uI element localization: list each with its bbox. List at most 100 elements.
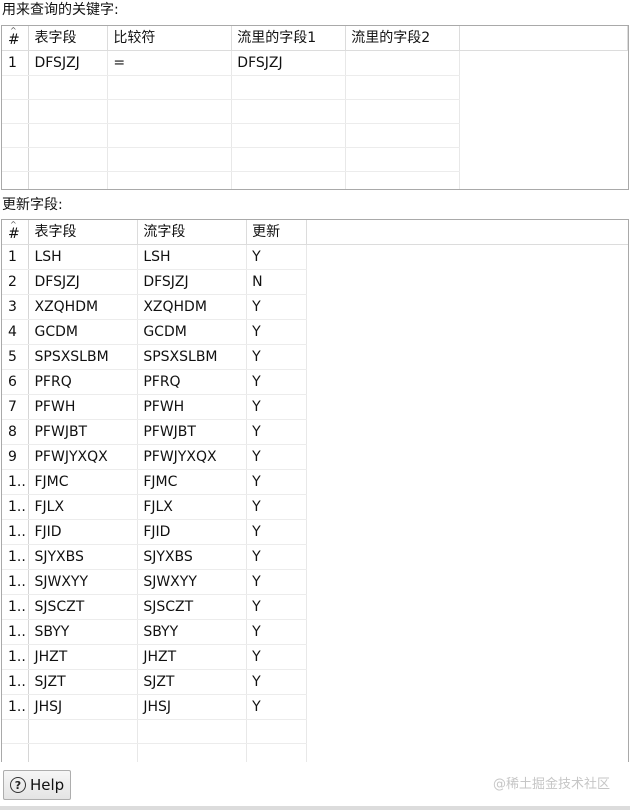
stream-field1-cell[interactable]: DFSJZJ [231, 50, 347, 76]
row-number-cell[interactable]: 1.. [2, 644, 30, 670]
comparator-cell[interactable] [107, 147, 233, 172]
stream-field2-cell[interactable] [345, 75, 461, 100]
table-field-cell[interactable]: SJSCZT [28, 594, 139, 620]
row-number-cell[interactable]: 1.. [2, 669, 30, 695]
stream-field2-cell[interactable] [345, 50, 461, 76]
table-row[interactable]: 3 XZQHDM XZQHDM Y [2, 294, 628, 320]
stream-field-cell[interactable]: JHZT [137, 644, 248, 670]
update-flag-cell[interactable]: Y [246, 419, 308, 445]
table-row[interactable]: 1.. SJSCZT SJSCZT Y [2, 594, 628, 620]
table-field-cell[interactable]: SJYXBS [28, 544, 139, 570]
stream-field-cell[interactable]: DFSJZJ [137, 269, 248, 295]
table-field-cell[interactable] [28, 147, 109, 172]
row-number-cell[interactable] [2, 123, 30, 148]
table-field-cell[interactable]: FJMC [28, 469, 139, 495]
row-number-cell[interactable]: 1.. [2, 519, 30, 545]
table-field-cell[interactable]: PFWJYXQX [28, 444, 139, 470]
stream-field2-cell[interactable] [345, 171, 461, 189]
row-number-cell[interactable]: 5 [2, 344, 30, 370]
query-col-stream-field1-header[interactable]: 流里的字段1 [231, 26, 347, 51]
row-number-cell[interactable]: 8 [2, 419, 30, 445]
table-field-cell[interactable]: PFRQ [28, 369, 139, 395]
row-number-cell[interactable]: 9 [2, 444, 30, 470]
table-field-cell[interactable] [28, 719, 139, 744]
stream-field-cell[interactable]: PFWJBT [137, 419, 248, 445]
table-row[interactable] [2, 147, 628, 172]
table-row[interactable] [2, 123, 628, 148]
table-row[interactable]: 1.. SJYXBS SJYXBS Y [2, 544, 628, 570]
table-field-cell[interactable]: XZQHDM [28, 294, 139, 320]
table-row[interactable]: 1 DFSJZJ = DFSJZJ [2, 50, 628, 76]
update-flag-cell[interactable]: Y [246, 694, 308, 720]
stream-field1-cell[interactable] [231, 171, 347, 189]
stream-field-cell[interactable]: SJZT [137, 669, 248, 695]
update-flag-cell[interactable]: N [246, 269, 308, 295]
table-field-cell[interactable] [28, 123, 109, 148]
table-field-cell[interactable]: SBYY [28, 619, 139, 645]
update-flag-cell[interactable]: Y [246, 344, 308, 370]
row-number-cell[interactable]: 1.. [2, 569, 30, 595]
stream-field1-cell[interactable] [231, 75, 347, 100]
update-flag-cell[interactable]: Y [246, 569, 308, 595]
stream-field-cell[interactable]: SJSCZT [137, 594, 248, 620]
update-flag-cell[interactable]: Y [246, 394, 308, 420]
query-col-stream-field2-header[interactable]: 流里的字段2 [345, 26, 461, 51]
table-row[interactable] [2, 99, 628, 124]
update-col-update-header[interactable]: 更新 [246, 220, 308, 245]
stream-field-cell[interactable]: SBYY [137, 619, 248, 645]
update-col-stream-field-header[interactable]: 流字段 [137, 220, 248, 245]
table-row[interactable]: 7 PFWH PFWH Y [2, 394, 628, 420]
table-row[interactable] [2, 75, 628, 100]
table-row[interactable]: 8 PFWJBT PFWJBT Y [2, 419, 628, 445]
table-field-cell[interactable]: SPSXSLBM [28, 344, 139, 370]
table-row[interactable]: 1.. JHZT JHZT Y [2, 644, 628, 670]
table-row[interactable]: 1.. SJWXYY SJWXYY Y [2, 569, 628, 595]
row-number-cell[interactable]: 4 [2, 319, 30, 345]
stream-field-cell[interactable]: PFWH [137, 394, 248, 420]
row-number-cell[interactable] [2, 171, 30, 189]
update-flag-cell[interactable]: Y [246, 669, 308, 695]
table-row[interactable] [2, 719, 628, 744]
update-flag-cell[interactable]: Y [246, 444, 308, 470]
row-number-cell[interactable]: 3 [2, 294, 30, 320]
table-field-cell[interactable] [28, 99, 109, 124]
stream-field-cell[interactable]: PFRQ [137, 369, 248, 395]
table-field-cell[interactable]: JHZT [28, 644, 139, 670]
stream-field-cell[interactable]: XZQHDM [137, 294, 248, 320]
stream-field-cell[interactable]: PFWJYXQX [137, 444, 248, 470]
row-number-cell[interactable] [2, 99, 30, 124]
table-field-cell[interactable]: GCDM [28, 319, 139, 345]
row-number-cell[interactable]: 6 [2, 369, 30, 395]
update-flag-cell[interactable]: Y [246, 319, 308, 345]
table-row[interactable]: 1.. SJZT SJZT Y [2, 669, 628, 695]
table-field-cell[interactable]: PFWJBT [28, 419, 139, 445]
row-number-cell[interactable]: 2 [2, 269, 30, 295]
row-number-cell[interactable] [2, 743, 30, 762]
row-number-cell[interactable]: 1 [2, 244, 30, 270]
stream-field1-cell[interactable] [231, 123, 347, 148]
table-field-cell[interactable]: DFSJZJ [28, 269, 139, 295]
table-row[interactable]: 5 SPSXSLBM SPSXSLBM Y [2, 344, 628, 370]
update-flag-cell[interactable]: Y [246, 244, 308, 270]
table-row[interactable]: 2 DFSJZJ DFSJZJ N [2, 269, 628, 295]
comparator-cell[interactable] [107, 123, 233, 148]
table-field-cell[interactable] [28, 75, 109, 100]
table-field-cell[interactable]: FJLX [28, 494, 139, 520]
comparator-cell[interactable]: = [107, 50, 233, 76]
table-field-cell[interactable]: SJWXYY [28, 569, 139, 595]
stream-field-cell[interactable] [137, 719, 248, 744]
table-row[interactable] [2, 743, 628, 762]
update-flag-cell[interactable] [246, 743, 308, 762]
table-field-cell[interactable]: FJID [28, 519, 139, 545]
update-flag-cell[interactable]: Y [246, 469, 308, 495]
table-field-cell[interactable]: LSH [28, 244, 139, 270]
stream-field-cell[interactable] [137, 743, 248, 762]
row-number-cell[interactable]: 1.. [2, 619, 30, 645]
stream-field-cell[interactable]: SJYXBS [137, 544, 248, 570]
update-flag-cell[interactable]: Y [246, 619, 308, 645]
comparator-cell[interactable] [107, 75, 233, 100]
update-flag-cell[interactable]: Y [246, 519, 308, 545]
query-col-comparator-header[interactable]: 比较符 [107, 26, 233, 51]
table-field-cell[interactable]: DFSJZJ [28, 50, 109, 76]
table-field-cell[interactable]: JHSJ [28, 694, 139, 720]
